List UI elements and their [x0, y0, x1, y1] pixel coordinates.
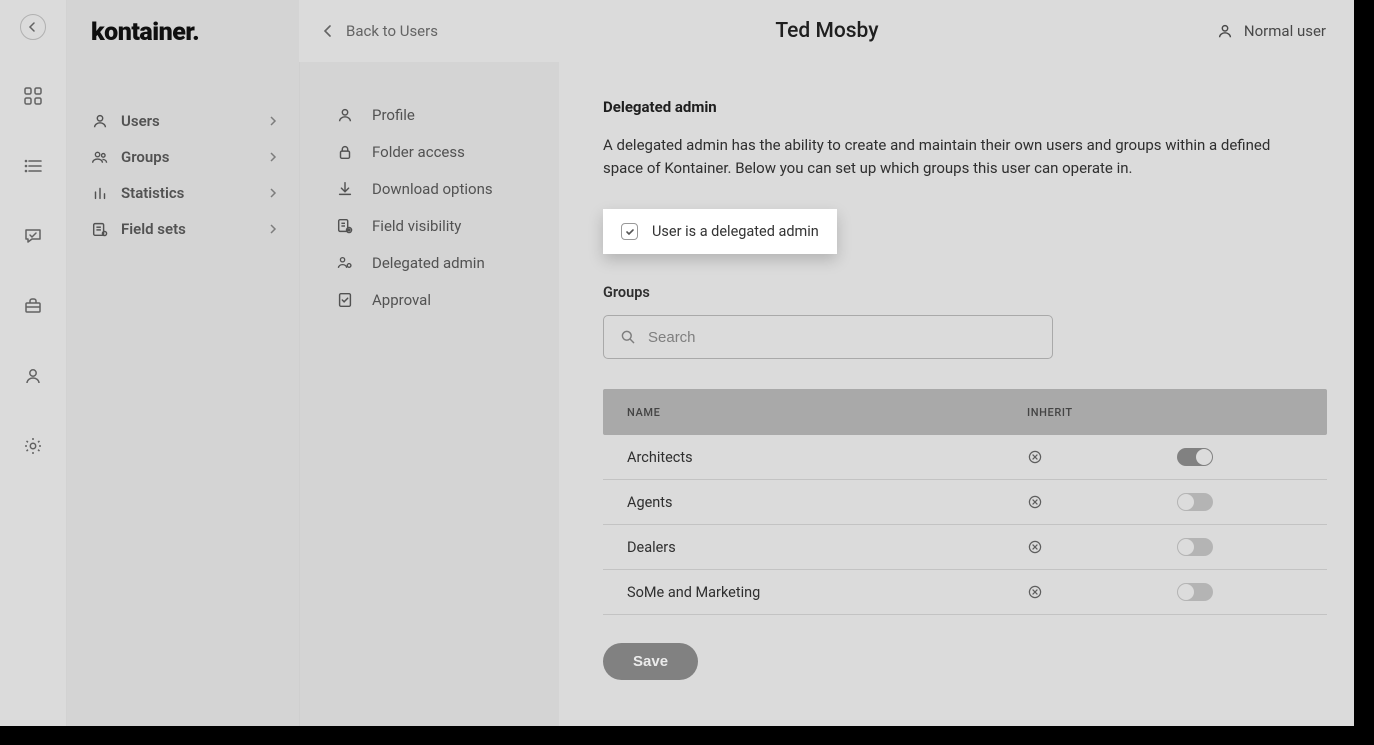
row-toggle[interactable]: [1177, 538, 1213, 556]
row-toggle[interactable]: [1177, 583, 1213, 601]
subnav-label: Folder access: [372, 143, 465, 161]
top-bar: Back to Users Ted Mosby Normal user: [299, 0, 1354, 62]
groups-table: NAME INHERIT Architects Agents Dealers S…: [603, 389, 1327, 615]
icon-rail: [0, 0, 67, 726]
list-icon[interactable]: [21, 154, 45, 178]
col-inherit: INHERIT: [1027, 406, 1073, 419]
row-inherit: [1027, 494, 1177, 510]
user-role-selector[interactable]: Normal user: [1216, 22, 1326, 40]
row-inherit: [1027, 584, 1177, 600]
fieldset-icon: [91, 220, 109, 238]
search-icon: [620, 329, 636, 345]
subnav-field-visibility[interactable]: Field visibility: [336, 207, 539, 244]
subnav-profile[interactable]: Profile: [336, 96, 539, 133]
table-row: SoMe and Marketing: [603, 570, 1327, 615]
groups-search[interactable]: [603, 315, 1053, 359]
download-icon: [336, 180, 354, 198]
sidebar-item-users[interactable]: Users: [91, 103, 281, 139]
delegated-admin-icon: [336, 254, 354, 272]
sidebar-item-fieldsets[interactable]: Field sets: [91, 211, 281, 247]
row-name: Architects: [627, 449, 1027, 466]
section-description: A delegated admin has the ability to cre…: [603, 134, 1303, 179]
chevron-right-icon: [269, 152, 277, 162]
chevron-right-icon: [269, 188, 277, 198]
user-rail-icon[interactable]: [21, 364, 45, 388]
detail-pane: Delegated admin A delegated admin has th…: [559, 62, 1354, 726]
admin-sidebar: kontainer. Users Groups Statistics Field…: [67, 0, 299, 726]
back-to-users-link[interactable]: Back to Users: [323, 22, 438, 40]
comment-icon[interactable]: [21, 224, 45, 248]
sidebar-item-label: Statistics: [121, 184, 184, 202]
sidebar-item-groups[interactable]: Groups: [91, 139, 281, 175]
row-inherit: [1027, 449, 1177, 465]
table-header: NAME INHERIT: [603, 389, 1327, 435]
collapse-rail-button[interactable]: [20, 14, 46, 40]
subnav-delegated-admin[interactable]: Delegated admin: [336, 244, 539, 281]
checkbox-icon[interactable]: [621, 223, 638, 240]
role-label: Normal user: [1244, 22, 1326, 40]
row-name: Agents: [627, 494, 1027, 511]
chevron-left-icon: [323, 25, 332, 37]
gear-icon[interactable]: [21, 434, 45, 458]
subnav-label: Approval: [372, 291, 431, 309]
sidebar-item-label: Users: [121, 112, 160, 130]
table-row: Architects: [603, 435, 1327, 480]
subnav-folder-access[interactable]: Folder access: [336, 133, 539, 170]
subnav-label: Field visibility: [372, 217, 461, 235]
user-subnav: Profile Folder access Download options F…: [299, 62, 559, 726]
chevron-right-icon: [269, 224, 277, 234]
subnav-download-options[interactable]: Download options: [336, 170, 539, 207]
subnav-label: Download options: [372, 180, 493, 198]
sidebar-item-label: Field sets: [121, 220, 186, 238]
lock-icon: [336, 143, 354, 161]
save-button[interactable]: Save: [603, 643, 698, 680]
page-title: Ted Mosby: [438, 19, 1216, 43]
chevron-right-icon: [269, 116, 277, 126]
groups-label: Groups: [603, 284, 1328, 301]
logo: kontainer.: [91, 18, 281, 47]
col-name: NAME: [627, 406, 1027, 419]
users-icon: [91, 148, 109, 166]
groups-search-input[interactable]: [648, 329, 1036, 346]
subnav-approval[interactable]: Approval: [336, 281, 539, 318]
checkbox-label: User is a delegated admin: [652, 223, 819, 240]
sidebar-item-label: Groups: [121, 148, 169, 166]
briefcase-icon[interactable]: [21, 294, 45, 318]
chart-icon: [91, 184, 109, 202]
row-name: Dealers: [627, 539, 1027, 556]
dashboard-icon[interactable]: [21, 84, 45, 108]
user-icon: [336, 106, 354, 124]
delegated-admin-checkbox-card[interactable]: User is a delegated admin: [603, 209, 837, 254]
sidebar-item-statistics[interactable]: Statistics: [91, 175, 281, 211]
row-inherit: [1027, 539, 1177, 555]
table-row: Dealers: [603, 525, 1327, 570]
back-label: Back to Users: [346, 22, 438, 40]
section-title: Delegated admin: [603, 98, 1328, 116]
document-eye-icon: [336, 217, 354, 235]
subnav-label: Delegated admin: [372, 254, 485, 272]
user-icon: [1216, 22, 1234, 40]
subnav-label: Profile: [372, 106, 415, 124]
user-icon: [91, 112, 109, 130]
table-row: Agents: [603, 480, 1327, 525]
row-toggle[interactable]: [1177, 448, 1213, 466]
approval-icon: [336, 291, 354, 309]
row-name: SoMe and Marketing: [627, 584, 1027, 601]
row-toggle[interactable]: [1177, 493, 1213, 511]
